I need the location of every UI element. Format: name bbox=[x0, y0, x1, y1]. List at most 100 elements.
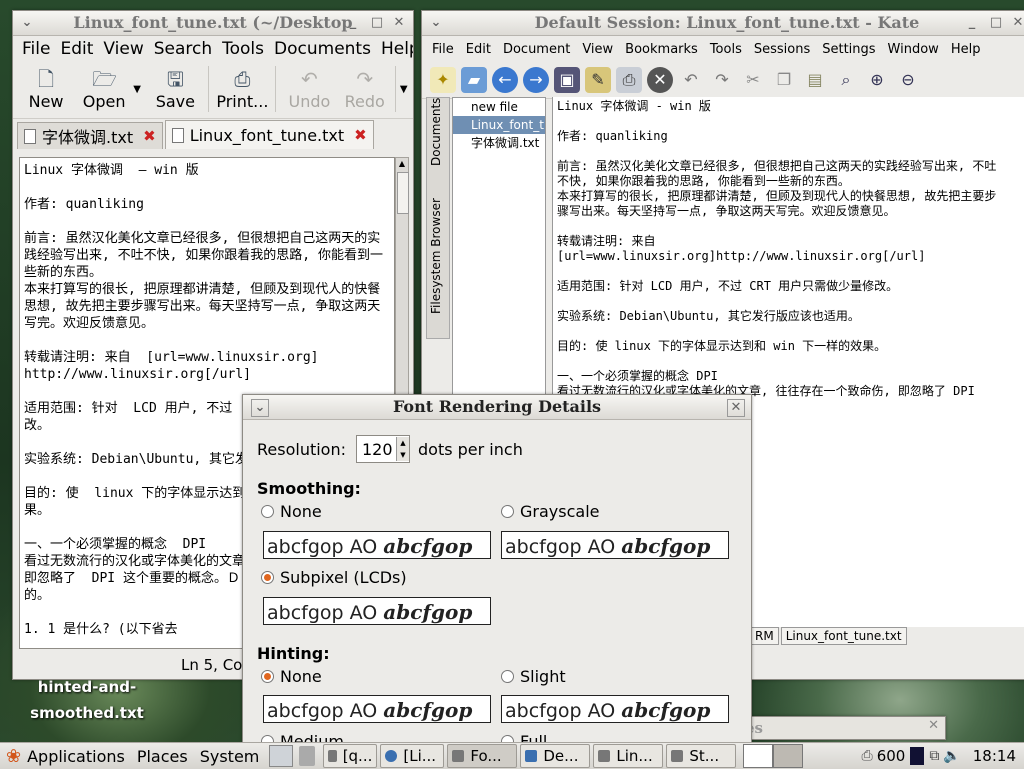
resolution-spinbox[interactable]: 120 ▲ ▼ bbox=[356, 435, 410, 463]
hinting-none-radio[interactable]: None bbox=[261, 667, 322, 686]
document-icon bbox=[24, 128, 36, 144]
close-icon[interactable]: ✕ bbox=[391, 15, 407, 31]
menu-sessions[interactable]: Sessions bbox=[748, 42, 816, 57]
smoothing-heading: Smoothing: bbox=[257, 479, 361, 498]
tab-close-icon[interactable]: ✖ bbox=[143, 127, 156, 145]
gnome-foot-icon[interactable]: ❀ bbox=[0, 746, 21, 767]
minimize-icon[interactable]: _ bbox=[964, 15, 980, 31]
tab-document-active[interactable]: Linux_font_tune.txt ✖ bbox=[164, 120, 374, 149]
back-icon[interactable]: ← bbox=[492, 67, 518, 93]
new-file-icon[interactable]: ✦ bbox=[430, 67, 456, 93]
taskbar-item[interactable]: De... bbox=[520, 744, 591, 768]
taskbar-item-active[interactable]: Fo... bbox=[447, 744, 518, 768]
new-button[interactable]: 🗋 New bbox=[17, 62, 75, 111]
smoothing-grayscale-radio[interactable]: Grayscale bbox=[501, 502, 599, 521]
taskbar-item[interactable]: [q... bbox=[323, 744, 378, 768]
forward-icon[interactable]: → bbox=[523, 67, 549, 93]
spin-arrows-icon[interactable]: ▲ ▼ bbox=[396, 437, 409, 461]
show-desktop-icon[interactable] bbox=[269, 745, 294, 767]
menu-tools[interactable]: Tools bbox=[704, 42, 748, 57]
find-icon[interactable]: ⌕ bbox=[833, 67, 859, 93]
tab-documents[interactable]: Documents bbox=[429, 98, 447, 166]
copy-icon[interactable]: ❐ bbox=[771, 67, 797, 93]
menu-edit[interactable]: Edit bbox=[55, 39, 98, 59]
cut-icon[interactable]: ✂ bbox=[740, 67, 766, 93]
print-button[interactable]: ⎙ Print... bbox=[213, 62, 271, 111]
close-icon[interactable]: ✕ bbox=[928, 718, 939, 733]
places-menu[interactable]: Places bbox=[131, 747, 194, 766]
close-icon[interactable]: ✕ bbox=[727, 399, 745, 417]
menu-documents[interactable]: Documents bbox=[269, 39, 376, 59]
menu-view[interactable]: View bbox=[98, 39, 148, 59]
menu-edit[interactable]: Edit bbox=[460, 42, 497, 57]
open-label: Open bbox=[82, 92, 126, 111]
resolution-value[interactable]: 120 bbox=[357, 440, 396, 459]
clock[interactable]: 18:14 bbox=[965, 747, 1024, 765]
redo-button[interactable]: ↷ Redo bbox=[338, 62, 390, 111]
toolbar-overflow-icon[interactable]: ▼ bbox=[400, 84, 413, 95]
menu-view[interactable]: View bbox=[576, 42, 619, 57]
workspace-switcher-active[interactable] bbox=[743, 744, 774, 768]
workspace-switcher[interactable] bbox=[773, 744, 804, 768]
tab-document[interactable]: 字体微调.txt ✖ bbox=[17, 122, 163, 149]
menu-settings[interactable]: Settings bbox=[816, 42, 881, 57]
system-menu[interactable]: System bbox=[194, 747, 266, 766]
new-document-icon: 🗋 bbox=[38, 67, 55, 91]
open-recent-dropdown-icon[interactable]: ▼ bbox=[133, 84, 146, 95]
zoom-out-icon[interactable]: ⊖ bbox=[895, 67, 921, 93]
save-icon[interactable]: ▣ bbox=[554, 67, 580, 93]
maximize-icon[interactable]: □ bbox=[988, 15, 1004, 31]
menu-document[interactable]: Document bbox=[497, 42, 576, 57]
dialog-titlebar[interactable]: ⌄ Font Rendering Details ✕ bbox=[243, 395, 751, 420]
menu-search[interactable]: Search bbox=[149, 39, 217, 59]
save-button[interactable]: 🖫 Save bbox=[146, 62, 204, 111]
list-item[interactable]: new file bbox=[453, 98, 545, 116]
open-button[interactable]: 🗁 Open bbox=[75, 62, 133, 111]
scrollbar-thumb[interactable] bbox=[397, 172, 409, 214]
applications-menu[interactable]: Applications bbox=[21, 747, 131, 766]
taskbar-item[interactable]: [Li... bbox=[380, 744, 445, 768]
scroll-up-icon[interactable]: ▲ bbox=[396, 158, 408, 170]
close-icon[interactable]: ✕ bbox=[1010, 15, 1024, 31]
volume-icon[interactable]: 🔈 bbox=[939, 748, 964, 764]
maximize-icon[interactable]: □ bbox=[369, 15, 385, 31]
menu-window[interactable]: Window bbox=[882, 42, 945, 57]
network-icon[interactable]: ⧉ bbox=[929, 748, 939, 764]
cpu-frequency[interactable]: 600 bbox=[877, 747, 906, 765]
background-window[interactable]: es ✕ bbox=[736, 716, 946, 740]
tab-filesystem-browser[interactable]: Filesystem Browser bbox=[429, 194, 447, 314]
zoom-in-icon[interactable]: ⊕ bbox=[864, 67, 890, 93]
menu-help[interactable]: Help bbox=[376, 39, 413, 59]
close-document-icon[interactable]: ✕ bbox=[647, 67, 673, 93]
open-folder-icon[interactable]: ▰ bbox=[461, 67, 487, 93]
undo-button[interactable]: ↶ Undo bbox=[280, 62, 338, 111]
list-item-selected[interactable]: Linux_font_t bbox=[453, 116, 545, 134]
edit-mode: RM bbox=[750, 627, 779, 645]
minimize-icon[interactable]: _ bbox=[345, 15, 361, 31]
paste-icon[interactable]: ▤ bbox=[802, 67, 828, 93]
print-icon[interactable]: ⎙ bbox=[616, 67, 642, 93]
menu-bookmarks[interactable]: Bookmarks bbox=[619, 42, 704, 57]
menu-file[interactable]: File bbox=[17, 39, 55, 59]
save-as-icon[interactable]: ✎ bbox=[585, 67, 611, 93]
undo-icon[interactable]: ↶ bbox=[678, 67, 704, 93]
taskbar-item[interactable]: Lin... bbox=[593, 744, 664, 768]
redo-icon[interactable]: ↷ bbox=[709, 67, 735, 93]
smoothing-none-radio[interactable]: None bbox=[261, 502, 322, 521]
taskbar-item[interactable]: St... bbox=[666, 744, 737, 768]
resolution-row: Resolution: 120 ▲ ▼ dots per inch bbox=[257, 435, 523, 463]
menu-help[interactable]: Help bbox=[945, 42, 987, 57]
tab-close-icon[interactable]: ✖ bbox=[354, 126, 367, 144]
kate-titlebar[interactable]: ⌄ Default Session: Linux_font_tune.txt -… bbox=[422, 11, 1024, 36]
list-item[interactable]: 字体微调.txt bbox=[453, 134, 545, 152]
trash-icon[interactable] bbox=[299, 746, 316, 766]
smoothing-subpixel-radio[interactable]: Subpixel (LCDs) bbox=[261, 568, 407, 587]
menu-file[interactable]: File bbox=[426, 42, 460, 57]
printer-icon[interactable]: ⎙ bbox=[857, 748, 876, 764]
gedit-titlebar[interactable]: ⌄ Linux_font_tune.txt (~/Desktop _ □ ✕ bbox=[13, 11, 413, 36]
menu-tools[interactable]: Tools bbox=[217, 39, 269, 59]
hinting-slight-radio[interactable]: Slight bbox=[501, 667, 566, 686]
monitor-icon[interactable] bbox=[910, 747, 925, 765]
desktop-icon-label[interactable]: smoothed.txt bbox=[22, 700, 152, 726]
toolbar: 🗋 New 🗁 Open ▼ 🖫 Save ⎙ Print... ↶ Undo ↷ Redo… bbox=[13, 62, 413, 119]
